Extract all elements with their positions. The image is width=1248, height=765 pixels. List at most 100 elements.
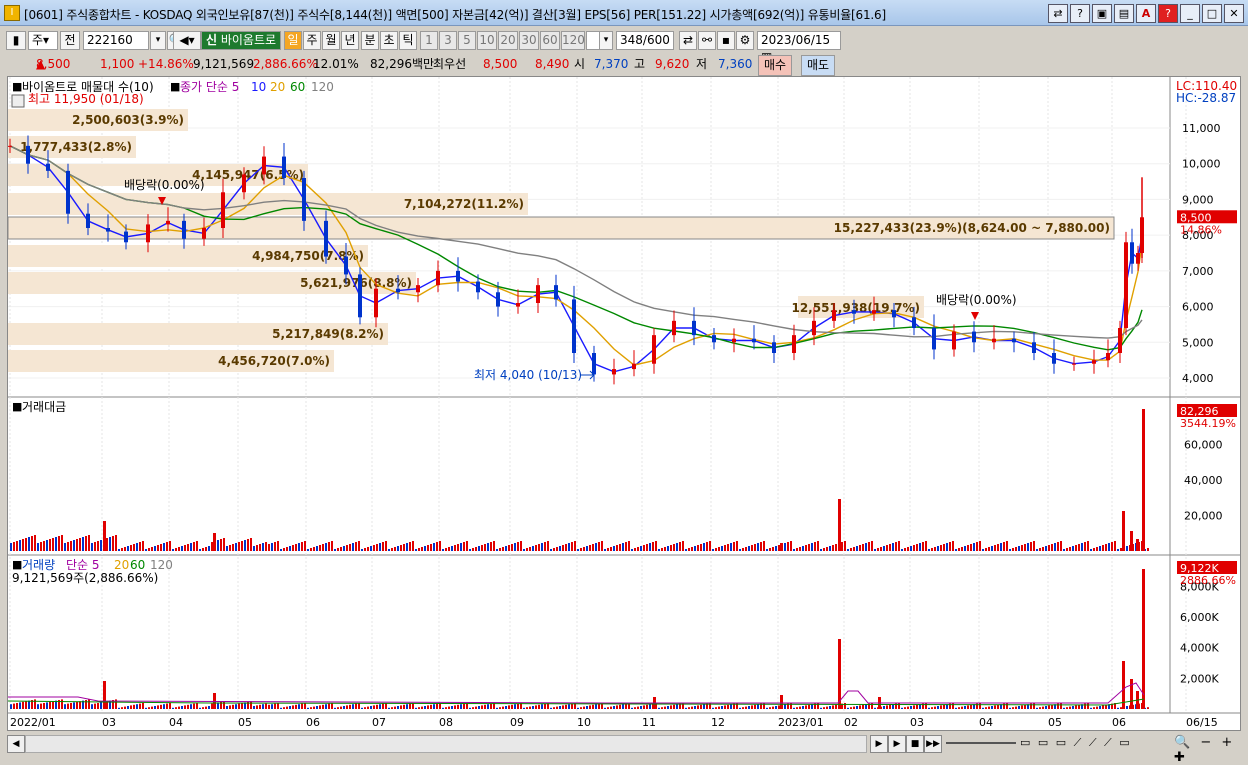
volume-bar bbox=[388, 707, 390, 709]
tab-year[interactable]: 년 bbox=[341, 31, 359, 50]
amount-bar bbox=[805, 545, 807, 551]
restore-view-icon[interactable]: ▣ bbox=[1092, 4, 1112, 23]
toolbar: ▮ 주▾ 전 222160 ▾ 🔍 ◀▾ 신 바이옴트로 일 주 월 년 분 초… bbox=[0, 29, 1248, 64]
amount-bar bbox=[799, 547, 801, 551]
amount-bar bbox=[964, 546, 966, 551]
play-back-icon[interactable]: ▶ bbox=[870, 735, 888, 753]
volume-bar bbox=[616, 705, 618, 709]
tab-week[interactable]: 주 bbox=[303, 31, 321, 50]
interval-30[interactable]: 30 bbox=[519, 31, 539, 50]
tab-minute[interactable]: 분 bbox=[361, 31, 379, 50]
volume-bar bbox=[730, 704, 732, 709]
interval-3[interactable]: 3 bbox=[439, 31, 457, 50]
amount-bar bbox=[454, 545, 456, 551]
buy-button[interactable]: 매수 bbox=[758, 55, 793, 76]
zoom-controls[interactable]: 🔍 − + ✚ bbox=[1174, 735, 1248, 765]
amount-bar bbox=[85, 536, 87, 551]
chart-area[interactable]: 2,500,603(3.9%) 1,777,433(2.8%) 4,145,947(… bbox=[7, 76, 1241, 731]
tab-tick[interactable]: 틱 bbox=[399, 31, 417, 50]
volume-bar bbox=[670, 705, 672, 709]
stock-chart[interactable]: 2,500,603(3.9%)1,777,433(2.8%)4,145,947(… bbox=[7, 77, 1240, 730]
dropdown-icon[interactable]: ▾ bbox=[150, 31, 166, 50]
volume-bar bbox=[979, 703, 981, 709]
candle-body bbox=[1032, 342, 1036, 353]
amount-bar bbox=[181, 546, 183, 551]
amount-bar bbox=[628, 541, 630, 551]
amount-bar bbox=[262, 543, 264, 551]
volume-bar bbox=[259, 704, 261, 709]
interval-20[interactable]: 20 bbox=[498, 31, 518, 50]
amount-bar bbox=[127, 546, 129, 551]
amount-bar bbox=[526, 548, 528, 551]
volume-bar bbox=[613, 706, 615, 709]
volume-bar bbox=[829, 706, 831, 709]
help-icon[interactable]: ? bbox=[1158, 4, 1178, 23]
amount-bar bbox=[862, 544, 864, 551]
candle-body bbox=[732, 338, 736, 343]
table-icon[interactable] bbox=[11, 94, 25, 108]
arrows-icon[interactable]: ⇄ bbox=[679, 31, 697, 50]
interval-5[interactable]: 5 bbox=[458, 31, 476, 50]
volume-bar bbox=[496, 707, 498, 709]
volume-bar bbox=[448, 706, 450, 709]
compare-icon[interactable]: ⚯ bbox=[698, 31, 716, 50]
maximize-button[interactable]: □ bbox=[1202, 4, 1222, 23]
candle-body bbox=[374, 288, 378, 318]
volume-bar bbox=[514, 704, 516, 709]
prev-button[interactable]: 전 bbox=[60, 31, 80, 50]
fast-forward-icon[interactable]: ▶▶ bbox=[924, 735, 942, 753]
count-input[interactable]: 348/600 bbox=[616, 31, 674, 50]
link-icon[interactable]: ⇄ bbox=[1048, 4, 1068, 23]
volume-bar bbox=[1009, 707, 1011, 709]
price-tick-label: 7,000 bbox=[1182, 265, 1214, 278]
volume-bar bbox=[913, 705, 915, 709]
stop-icon[interactable]: ■ bbox=[906, 735, 924, 753]
volume-bar bbox=[961, 706, 963, 709]
volume-bar bbox=[274, 703, 276, 709]
candle-body bbox=[476, 281, 480, 293]
volume-bar bbox=[934, 706, 936, 709]
period-select[interactable]: 주▾ bbox=[28, 31, 58, 50]
volume-bar bbox=[70, 703, 72, 709]
amount-bar bbox=[40, 542, 42, 551]
interval-120[interactable]: 120 bbox=[561, 31, 585, 50]
play-icon[interactable]: ▶ bbox=[888, 735, 906, 753]
date-input[interactable]: 2023/06/15 ▦ bbox=[757, 31, 841, 64]
volume-bar bbox=[598, 703, 600, 709]
zoom-slider[interactable] bbox=[946, 742, 1016, 744]
tab-month[interactable]: 월 bbox=[322, 31, 340, 50]
horizontal-scrollbar[interactable] bbox=[25, 735, 867, 753]
layout-icon[interactable]: ▤ bbox=[1114, 4, 1134, 23]
tab-day[interactable]: 일 bbox=[284, 31, 302, 50]
volume-bar bbox=[40, 703, 42, 709]
candle-body bbox=[166, 220, 170, 225]
amount-bar bbox=[727, 544, 729, 551]
stock-code-input[interactable]: 222160 bbox=[83, 31, 149, 50]
minimize-button[interactable]: _ bbox=[1180, 4, 1200, 23]
sell-button[interactable]: 매도 bbox=[801, 55, 836, 76]
amount-bar bbox=[820, 549, 822, 551]
close-button[interactable]: ✕ bbox=[1224, 4, 1244, 23]
scroll-left-icon[interactable]: ◀ bbox=[7, 735, 25, 753]
chart-type-icon[interactable]: ▮ bbox=[6, 31, 26, 50]
settings-icon[interactable]: ⚙ bbox=[736, 31, 754, 50]
interval-60[interactable]: 60 bbox=[540, 31, 560, 50]
volume-bar bbox=[478, 706, 480, 709]
interval-10[interactable]: 10 bbox=[477, 31, 497, 50]
volume-bar bbox=[136, 704, 138, 709]
drawing-tools[interactable]: ▭ ▭ ▭ ⟋ ⟋ ⟋ ▭ bbox=[1020, 736, 1132, 750]
amount-bar bbox=[193, 542, 195, 551]
window-title: [0601] 주식종합차트 - KOSDAQ 외국인보유[87(천)] 주식수[… bbox=[24, 8, 886, 22]
volume-ma-60: 60 bbox=[130, 558, 145, 572]
save-icon[interactable]: ▪ bbox=[717, 31, 735, 50]
amount-bar bbox=[208, 546, 210, 551]
font-icon[interactable]: A bbox=[1136, 4, 1156, 23]
speaker-icon[interactable]: ◀▾ bbox=[173, 31, 201, 50]
custom-dropdown-icon[interactable]: ▾ bbox=[599, 31, 613, 50]
tab-second[interactable]: 초 bbox=[380, 31, 398, 50]
volume-title: 거래량 bbox=[22, 558, 55, 572]
volume-bar bbox=[148, 707, 150, 709]
x-axis-label: 04 bbox=[979, 716, 993, 729]
help-mode-icon[interactable]: ? bbox=[1070, 4, 1090, 23]
interval-1[interactable]: 1 bbox=[420, 31, 438, 50]
